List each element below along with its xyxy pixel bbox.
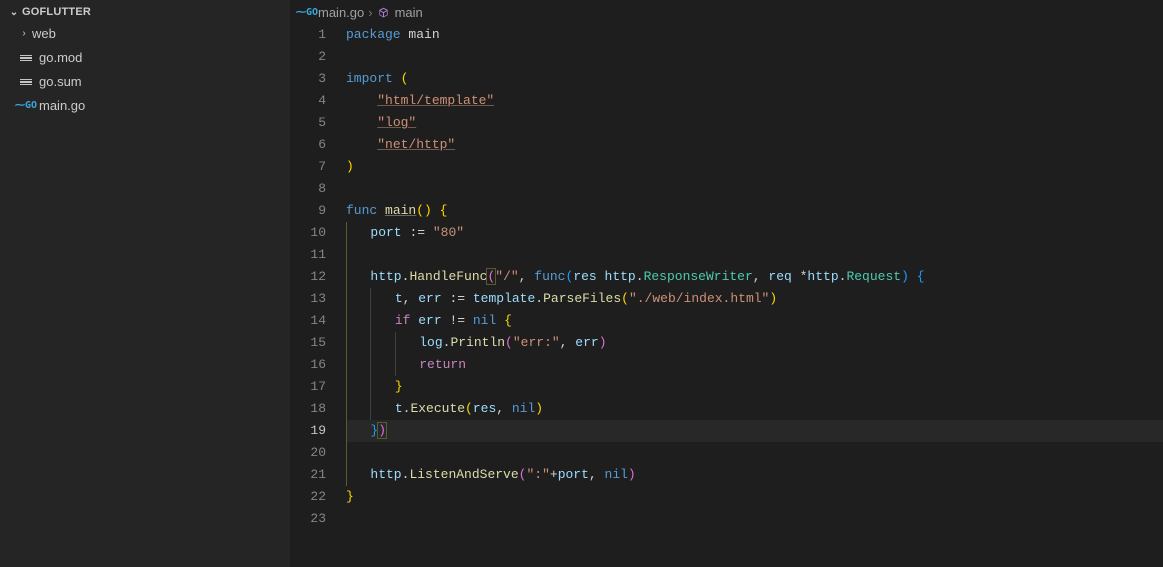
breadcrumb-file: main.go xyxy=(318,5,364,20)
file-explorer: ⌄ GOFLUTTER › web go.mod go.sum ⁓GO main… xyxy=(0,0,290,567)
tree-item-label: main.go xyxy=(39,96,85,116)
breadcrumb-symbol: main xyxy=(395,5,423,20)
root-folder-name: GOFLUTTER xyxy=(22,6,91,18)
chevron-right-icon: › xyxy=(18,24,30,44)
tree-file-gomod[interactable]: go.mod xyxy=(0,46,290,70)
code-content[interactable]: package mainimport ( "html/template" "lo… xyxy=(346,24,1163,567)
explorer-root[interactable]: ⌄ GOFLUTTER xyxy=(0,4,290,20)
line-number-gutter: 1234567891011121314151617181920212223 xyxy=(290,24,346,567)
tree-item-label: go.sum xyxy=(39,72,82,92)
symbol-icon xyxy=(377,5,391,19)
tree-folder-web[interactable]: › web xyxy=(0,22,290,46)
file-icon xyxy=(18,50,34,66)
file-icon xyxy=(18,74,34,90)
tree-item-label: go.mod xyxy=(39,48,82,68)
go-file-icon: ⁓GO xyxy=(18,98,34,114)
editor-area: ⁓GO main.go › main 123456789101112131415… xyxy=(290,0,1163,567)
go-file-icon: ⁓GO xyxy=(300,5,314,19)
code-editor[interactable]: 1234567891011121314151617181920212223 pa… xyxy=(290,24,1163,567)
chevron-down-icon: ⌄ xyxy=(8,7,20,18)
chevron-right-icon: › xyxy=(368,5,372,20)
tree-file-gosum[interactable]: go.sum xyxy=(0,70,290,94)
tree-item-label: web xyxy=(32,24,56,44)
tree-file-maingo[interactable]: ⁓GO main.go xyxy=(0,94,290,118)
file-tree: › web go.mod go.sum ⁓GO main.go xyxy=(0,20,290,118)
breadcrumb[interactable]: ⁓GO main.go › main xyxy=(290,0,1163,24)
